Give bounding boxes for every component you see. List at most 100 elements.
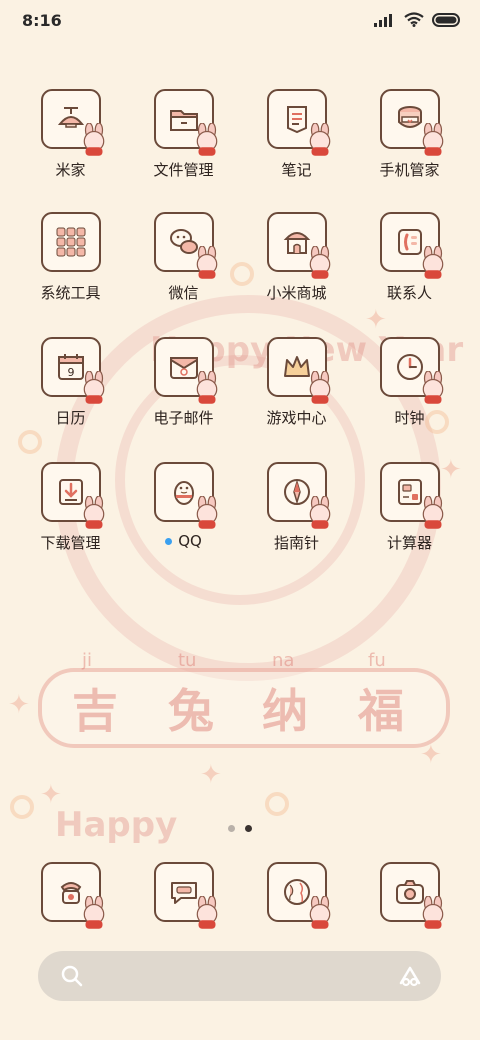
app-label: 米家 <box>55 161 86 179</box>
phone-icon <box>40 862 104 929</box>
bunny-sticker-icon <box>83 371 104 404</box>
app-email[interactable]: 电子邮件 <box>127 337 240 428</box>
app-compass[interactable]: 指南针 <box>240 462 353 553</box>
status-icons <box>374 12 462 27</box>
contacts-icon <box>379 212 443 279</box>
app-label: 小米商城 <box>266 284 327 302</box>
wallpaper-char-1: 吉 <box>72 684 118 738</box>
download-icon <box>40 462 104 529</box>
bunny-sticker-icon <box>422 896 443 929</box>
browser-globe-icon <box>266 862 330 929</box>
bunny-sticker-icon <box>196 246 217 279</box>
app-label: 游戏中心 <box>266 409 327 427</box>
note-icon <box>266 89 330 156</box>
new-install-dot <box>165 538 173 545</box>
store-tent-icon <box>266 212 330 279</box>
status-time: 8:16 <box>22 11 62 30</box>
wallpaper-pinyin-3: na <box>272 650 295 671</box>
bunny-sticker-icon <box>422 246 443 279</box>
dock-messages[interactable] <box>127 862 240 929</box>
wifi-icon <box>404 12 424 27</box>
bunny-sticker-icon <box>83 123 104 156</box>
app-notes[interactable]: 笔记 <box>240 89 353 180</box>
app-label: 系统工具 <box>40 284 101 302</box>
search-bar[interactable] <box>38 951 441 1001</box>
app-label: 联系人 <box>386 284 432 302</box>
shield-pot-icon <box>379 89 443 156</box>
sparkle-icon: ✦ <box>200 760 222 790</box>
search-icon[interactable] <box>60 964 84 988</box>
bunny-sticker-icon <box>422 371 443 404</box>
coin-icon <box>10 795 34 819</box>
dock-phone[interactable] <box>14 862 127 929</box>
app-label: 日历 <box>55 409 86 427</box>
wallpaper-cloud <box>38 668 450 748</box>
bunny-sticker-icon <box>83 896 104 929</box>
app-contacts[interactable]: 联系人 <box>353 212 466 303</box>
bunny-sticker-icon <box>422 496 443 529</box>
message-icon <box>153 862 217 929</box>
bunny-sticker-icon <box>309 496 330 529</box>
camera-icon <box>379 862 443 929</box>
assistant-icon[interactable] <box>397 963 423 989</box>
app-label: 手机管家 <box>379 161 440 179</box>
calendar-icon: 9 <box>40 337 104 404</box>
wallpaper-char-3: 纳 <box>262 684 308 738</box>
bunny-sticker-icon <box>309 371 330 404</box>
dock-camera[interactable] <box>353 862 466 929</box>
lamp-icon <box>40 89 104 156</box>
bunny-sticker-icon <box>309 246 330 279</box>
coin-icon <box>18 430 42 454</box>
wallpaper-pinyin-2: tu <box>178 650 197 671</box>
app-label: 微信 <box>168 284 199 302</box>
penguin-icon <box>153 462 217 529</box>
bunny-sticker-icon <box>196 371 217 404</box>
sparkle-icon: ✦ <box>420 740 442 770</box>
status-bar: 8:16 <box>0 0 480 42</box>
coin-icon <box>265 792 289 816</box>
app-calculator[interactable]: 计算器 <box>353 462 466 553</box>
bunny-sticker-icon <box>83 496 104 529</box>
compass-icon <box>266 462 330 529</box>
app-label: QQ <box>178 532 202 550</box>
bunny-sticker-icon <box>196 123 217 156</box>
envelope-icon <box>153 337 217 404</box>
crown-icon <box>266 337 330 404</box>
app-security[interactable]: 手机管家 <box>353 89 466 180</box>
app-downloads[interactable]: 下载管理 <box>14 462 127 553</box>
calendar-day: 9 <box>67 366 74 379</box>
page-dot-2-active[interactable] <box>245 825 252 832</box>
app-system-tools[interactable]: 系统工具 <box>14 212 127 303</box>
tools-folder-icon <box>40 212 101 272</box>
sparkle-icon: ✦ <box>365 305 387 335</box>
bunny-sticker-icon <box>196 896 217 929</box>
app-mi-home[interactable]: 米家 <box>14 89 127 180</box>
battery-icon <box>432 12 460 27</box>
app-label: 时钟 <box>394 409 425 427</box>
clock-icon <box>379 337 443 404</box>
app-label: 电子邮件 <box>153 409 214 427</box>
app-label: 指南针 <box>273 534 319 552</box>
app-qq[interactable]: QQ <box>127 462 240 550</box>
app-game-center[interactable]: 游戏中心 <box>240 337 353 428</box>
app-label: 笔记 <box>281 161 312 179</box>
wallpaper-char-4: 福 <box>358 684 404 738</box>
app-wechat[interactable]: 微信 <box>127 212 240 303</box>
wallpaper-char-2: 兔 <box>168 684 214 738</box>
bunny-sticker-icon <box>309 123 330 156</box>
wallpaper-pinyin-4: fu <box>368 650 386 671</box>
bunny-sticker-icon <box>309 896 330 929</box>
page-dot-1[interactable] <box>228 825 235 832</box>
app-clock[interactable]: 时钟 <box>353 337 466 428</box>
app-label: 计算器 <box>386 534 432 552</box>
app-mi-store[interactable]: 小米商城 <box>240 212 353 303</box>
app-calendar[interactable]: 9 日历 <box>14 337 127 428</box>
app-label: 下载管理 <box>40 534 101 552</box>
sparkle-icon: ✦ <box>40 780 62 810</box>
folder-icon <box>153 89 217 156</box>
app-file-manager[interactable]: 文件管理 <box>127 89 240 180</box>
app-label: 文件管理 <box>153 161 214 179</box>
bunny-sticker-icon <box>196 496 217 529</box>
dock-browser[interactable] <box>240 862 353 929</box>
page-indicator[interactable] <box>0 825 480 832</box>
